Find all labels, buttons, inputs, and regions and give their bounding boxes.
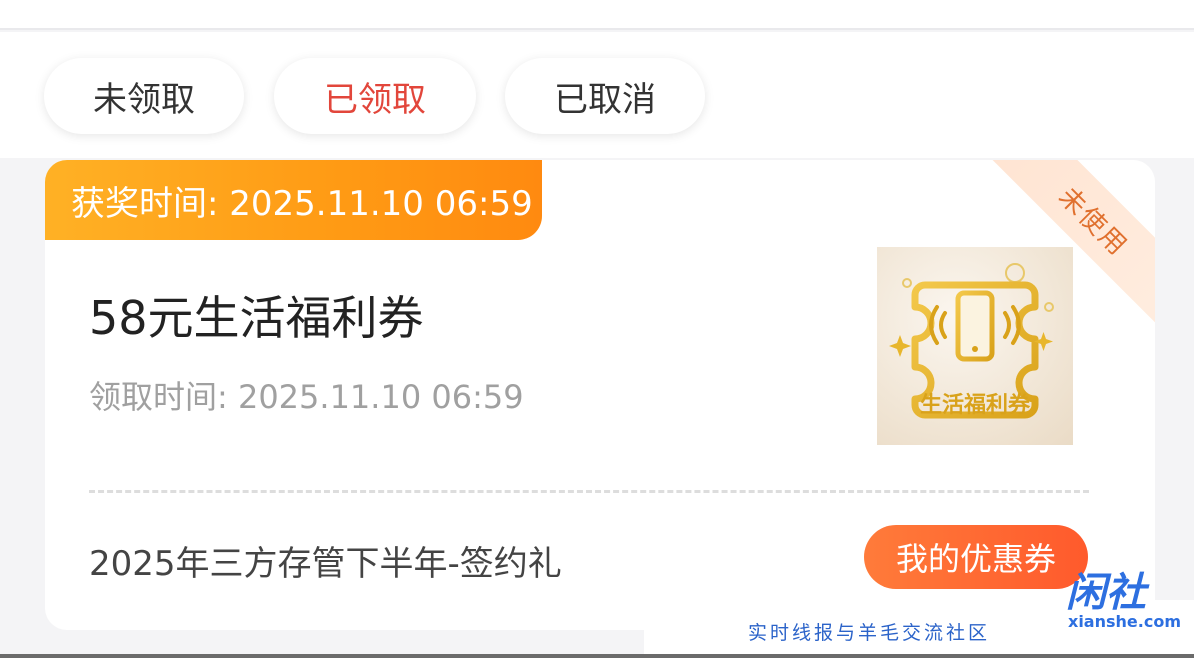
activity-name: 2025年三方存管下半年-签约礼 <box>89 544 562 584</box>
claim-time: 领取时间: 2025.11.10 06:59 <box>89 378 524 416</box>
tab-cancelled[interactable]: 已取消 <box>505 58 705 134</box>
watermark-logo: 闲社 xianshe.com <box>1058 560 1181 631</box>
coupon-image-caption: 生活福利券 <box>919 393 1030 418</box>
dashed-divider <box>89 490 1089 493</box>
prize-time-banner: 获奖时间: 2025.11.10 06:59 <box>45 160 542 240</box>
coupon-title: 58元生活福利券 <box>89 291 424 345</box>
watermark-logo-text: 闲社 <box>1066 570 1146 616</box>
top-strip <box>0 0 1194 30</box>
my-coupons-button[interactable]: 我的优惠券 <box>864 525 1088 589</box>
coupon-thumbnail: 生活福利券 <box>877 247 1073 445</box>
bottom-edge <box>0 654 1194 658</box>
tab-claimed[interactable]: 已领取 <box>274 58 476 134</box>
coupon-card[interactable]: 获奖时间: 2025.11.10 06:59 未使用 58元生活福利券 领取时间… <box>45 160 1155 630</box>
tab-unclaimed[interactable]: 未领取 <box>44 58 244 134</box>
status-tabs: 未领取 已领取 已取消 <box>0 32 1194 158</box>
watermark-url: xianshe.com <box>1068 612 1181 631</box>
watermark-caption: 实时线报与羊毛交流社区 <box>748 622 991 644</box>
